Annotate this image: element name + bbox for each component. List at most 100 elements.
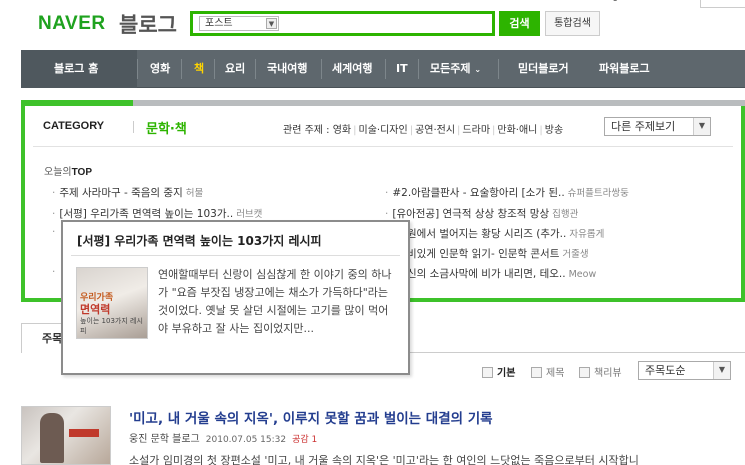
nav-item-all-topics-label: 모든주제 [430,62,471,75]
view-option-label: 기본 [497,368,516,379]
global-nav: 블로그 홈 영화 책 요리 국내여행 세계여행 IT 모든주제 ⌄ 믿더블로거 … [21,50,745,88]
top-item-title: [서평] 우리가족 면역력 높이는 103가.. [59,208,234,220]
thumbnail-mark [69,429,99,437]
top-list-item[interactable]: · [서평] 우리가족 면역력 높이는 103가.. 러브캣 [52,206,372,221]
nav-item-trusted-blogger[interactable]: 믿더블로거 [518,50,569,88]
bullet: · [52,208,56,220]
nav-item-movie[interactable]: 영화 [150,50,170,88]
nav-separator [255,59,256,79]
popup-thumbnail[interactable]: 우리가족 면역력 높이는 103가지 레시피 [76,267,148,339]
view-option-label: 제목 [546,368,565,379]
chevron-down-icon: ▼ [266,18,277,29]
sort-value: 주목도순 [645,364,686,377]
post-date: 2010.07.05 15:32 [205,435,287,445]
search-type-select[interactable]: 포스트 ▼ [199,16,279,31]
top-item-title: 비있게 인문학 읽기- 인문학 콘서트 [407,248,560,260]
today-top-label: TOP [71,167,92,178]
view-option-label: 책리뷰 [594,368,622,379]
post-meta: 웅진 문학 블로그 2010.07.05 15:32 공감 1 [129,430,317,445]
category-separator [33,146,733,147]
post-excerpt: 소설가 임미경의 첫 장편소설 '미고, 내 거울 속의 지옥'은 '미고'라는… [129,454,639,465]
top-list-item[interactable]: · 주제 사라마구 - 죽음의 중지 허물 [52,185,372,200]
chevron-down-icon: ▼ [693,118,710,135]
nav-separator [385,59,386,79]
topic-link[interactable]: 미술·디자인 [359,125,408,136]
topic-link[interactable]: 만화·애니 [497,125,537,136]
nav-item-world-travel[interactable]: 세계여행 [332,50,372,88]
topic-link[interactable]: 방송 [545,125,563,136]
thumbnail-text: 면역력 [80,303,111,316]
top-item-author: 허물 [185,188,204,199]
sort-select[interactable]: 주목도순 ▼ [638,361,731,380]
view-option-review[interactable]: 책리뷰 [579,364,622,379]
search-box[interactable]: 포스트 ▼ [190,11,495,36]
view-option-basic[interactable]: 기본 [482,364,515,379]
post-title[interactable]: '미고, 내 거울 속의 지옥', 이루지 못할 꿈과 벌이는 대결의 기록 [129,407,493,427]
top-item-title: #2.아람클판사 - 요술항아리 [소가 된.. [392,187,565,199]
bullet: · [385,208,389,220]
top-list-item[interactable]: 원에서 벌어지는 황당 시리즈 (추가.. 자유롭게 [407,226,707,241]
chevron-down-icon: ▼ [713,362,730,379]
top-corner-text: 0 [612,0,618,4]
category-label: CATEGORY [43,120,105,132]
popup-excerpt: 연애할때부터 신랑이 심심찮게 한 이야기 중의 하나가 "요즘 부잣집 냉장고… [158,268,392,335]
nav-separator [181,59,182,79]
nav-item-book[interactable]: 책 [194,50,204,88]
topic-link[interactable]: 영화 [333,125,351,136]
top-list-item[interactable]: 비있게 인문학 읽기- 인문학 콘서트 거줄생 [407,246,707,261]
post-preview-popup: [서평] 우리가족 면역력 높이는 103가지 레시피 우리가족 면역력 높이는… [61,220,410,375]
other-topics-value: 다른 주제보기 [611,120,676,133]
thumbnail-text: 높이는 103가지 레시피 [80,317,143,335]
nav-item-all-topics[interactable]: 모든주제 ⌄ [430,50,481,88]
today-top-heading: 오늘의TOP [44,163,92,178]
chevron-down-icon: ⌄ [474,65,482,74]
total-search-button[interactable]: 통합검색 [545,11,600,36]
related-topics-prefix: 관련 주제 : [283,125,330,136]
category-divider [133,121,134,133]
thumbnail-figure [40,413,64,463]
naver-logo[interactable]: NAVER [38,13,106,35]
today-top-prefix: 오늘의 [44,167,72,178]
top-item-author: 슈퍼플트라쌍둥 [567,188,629,199]
top-item-author: 자유롭게 [569,229,605,240]
nav-separator [214,59,215,79]
search-type-value: 포스트 [205,18,233,29]
nav-separator [498,59,499,79]
category-title: 문학·책 [146,122,187,137]
nav-separator [418,59,419,79]
nav-item-power-blog[interactable]: 파워블로그 [599,50,650,88]
post-blog-name[interactable]: 웅진 문학 블로그 [129,434,200,445]
title-view-icon [531,367,542,378]
post-thumbnail[interactable] [21,406,111,465]
nav-item-it[interactable]: IT [396,50,408,88]
popup-title[interactable]: [서평] 우리가족 면역력 높이는 103가지 레시피 [77,232,322,249]
related-topics: 관련 주제 : 영화 | 미술·디자인 | 공연·전시 | 드라마 | 만화·애니 | 방송 [283,125,564,136]
nav-separator [137,59,138,79]
review-view-icon [579,367,590,378]
nav-separator [321,59,322,79]
top-item-author: 거줄생 [562,249,589,260]
bullet: · [385,187,389,199]
top-list-item[interactable]: · #2.아람클판사 - 요술항아리 [소가 된.. 슈퍼플트라쌍둥 [385,185,720,200]
top-item-title: 주제 사라마구 - 죽음의 중지 [59,187,183,199]
nav-item-domestic-travel[interactable]: 국내여행 [267,50,307,88]
list-view-icon [482,367,493,378]
top-frame-decoration [700,0,745,8]
top-item-title: 원에서 벌어지는 황당 시리즈 (추가.. [407,228,567,240]
topic-link[interactable]: 드라마 [462,125,490,136]
post-share-count: 공감 1 [292,435,318,445]
search-button[interactable]: 검색 [499,11,540,36]
blog-logo[interactable]: 블로그 [119,9,177,39]
nav-item-cooking[interactable]: 요리 [225,50,245,88]
popup-divider [71,255,400,256]
bullet: · [52,187,56,199]
top-item-author: Meow [568,269,597,280]
top-item-title: [유아전공] 연극적 상상 창조적 망상 [392,208,550,220]
nav-blog-home[interactable]: 블로그 홈 [54,50,98,88]
other-topics-select[interactable]: 다른 주제보기 ▼ [604,117,711,136]
view-option-title[interactable]: 제목 [531,364,564,379]
top-item-author: 집행관 [552,209,579,220]
topic-link[interactable]: 공연·전시 [415,125,455,136]
top-list-item[interactable]: 신의 소금사막에 비가 내리면, 테오.. Meow [407,266,707,281]
top-list-item[interactable]: · [유아전공] 연극적 상상 창조적 망상 집행관 [385,206,720,221]
